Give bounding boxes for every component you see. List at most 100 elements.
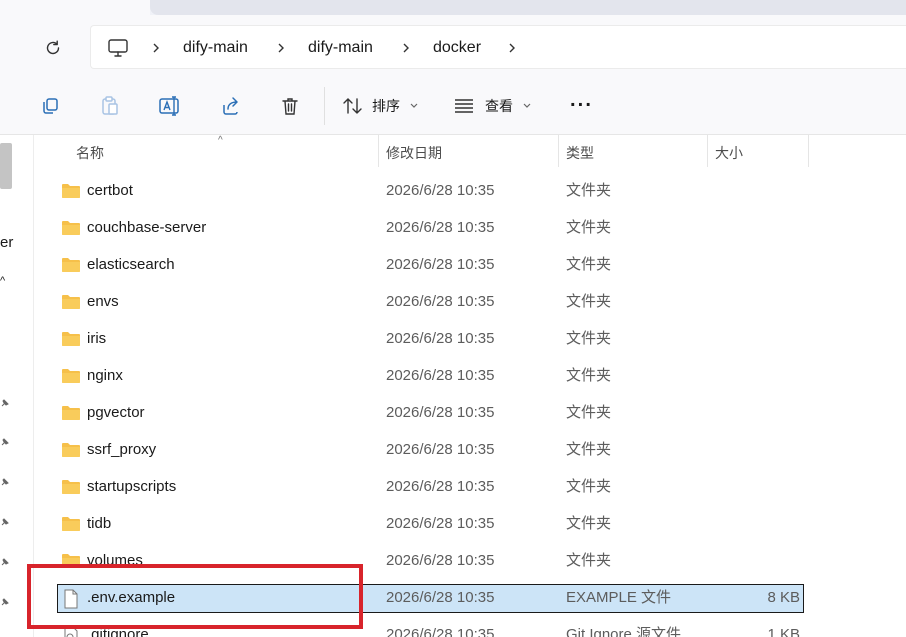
file-modified-date: 2026/6/28 10:35 (386, 441, 495, 458)
file-size (710, 509, 800, 539)
folder-icon (61, 182, 81, 200)
file-modified-date: 2026/6/28 10:35 (386, 515, 495, 532)
rename-icon (159, 96, 179, 116)
file-name: startupscripts (87, 478, 177, 495)
chevron-down-icon (523, 103, 531, 108)
tab-strip (0, 0, 906, 15)
file-size (710, 398, 800, 428)
this-pc-icon (108, 39, 128, 57)
delete-icon (282, 98, 298, 115)
column-divider[interactable] (808, 135, 809, 167)
pin-icon (1, 478, 9, 486)
table-row[interactable]: certbot 2026/6/28 10:35 文件夹 (35, 176, 906, 213)
column-header-type[interactable]: 类型 (566, 143, 594, 163)
folder-icon (61, 219, 81, 237)
pin-icon (1, 399, 9, 407)
share-icon (223, 97, 238, 115)
tab-active[interactable] (0, 0, 150, 15)
file-modified-date: 2026/6/28 10:35 (386, 330, 495, 347)
breadcrumb-item[interactable]: dify-main (183, 26, 248, 70)
file-modified-date: 2026/6/28 10:35 (386, 293, 495, 310)
chevron-right-icon[interactable] (401, 40, 411, 56)
view-button[interactable]: 查看 (448, 89, 538, 123)
nav-scrollbar-thumb[interactable] (0, 143, 12, 189)
view-label: 查看 (485, 98, 513, 114)
folder-icon (61, 478, 81, 496)
address-bar-row: dify-main dify-main docker (0, 15, 906, 77)
delete-button[interactable] (277, 93, 303, 119)
column-divider[interactable] (378, 135, 379, 167)
folder-icon (61, 404, 81, 422)
copy-button[interactable] (37, 93, 63, 119)
file-list: ^ 名称 修改日期 类型 大小 certbot 2026/6/28 10:35 文件… (35, 135, 906, 637)
pin-icon (1, 438, 9, 446)
column-header-date[interactable]: 修改日期 (386, 143, 442, 163)
file-modified-date: 2026/6/28 10:35 (386, 589, 495, 606)
sort-label: 排序 (372, 98, 400, 114)
share-button[interactable] (217, 93, 243, 119)
breadcrumb-item-current[interactable]: docker (433, 26, 481, 70)
folder-icon (61, 441, 81, 459)
file-size (710, 287, 800, 317)
column-header-row: 名称 修改日期 类型 大小 (35, 135, 906, 167)
file-name: envs (87, 293, 119, 310)
file-type: 文件夹 (566, 441, 612, 458)
navigation-pane: er ^ (0, 135, 34, 637)
folder-icon (61, 256, 81, 274)
more-options-button[interactable]: ··· (570, 95, 593, 118)
refresh-icon (46, 40, 60, 55)
file-type: 文件夹 (566, 293, 612, 310)
paste-button[interactable] (97, 93, 123, 119)
chevron-right-icon[interactable] (276, 40, 286, 56)
table-row[interactable]: iris 2026/6/28 10:35 文件夹 (35, 324, 906, 361)
file-type: 文件夹 (566, 552, 612, 569)
file-name: ssrf_proxy (87, 441, 157, 458)
table-row[interactable]: elasticsearch 2026/6/28 10:35 文件夹 (35, 250, 906, 287)
table-row[interactable]: pgvector 2026/6/28 10:35 文件夹 (35, 398, 906, 435)
column-divider[interactable] (558, 135, 559, 167)
file-name: certbot (87, 182, 133, 199)
file-size (710, 435, 800, 465)
file-size (710, 213, 800, 243)
file-name: couchbase-server (87, 219, 207, 236)
table-row[interactable]: couchbase-server 2026/6/28 10:35 文件夹 (35, 213, 906, 250)
file-size (710, 324, 800, 354)
table-row[interactable]: envs 2026/6/28 10:35 文件夹 (35, 287, 906, 324)
nav-item-text[interactable]: er (0, 234, 13, 251)
file-modified-date: 2026/6/28 10:35 (386, 552, 495, 569)
table-row[interactable]: nginx 2026/6/28 10:35 文件夹 (35, 361, 906, 398)
folder-icon (61, 367, 81, 385)
address-box[interactable]: dify-main dify-main docker (90, 25, 906, 69)
file-type: EXAMPLE 文件 (566, 589, 672, 606)
file-type: 文件夹 (566, 478, 612, 495)
file-size: 1 KB (767, 626, 800, 637)
nav-collapse-caret[interactable]: ^ (0, 275, 5, 287)
file-modified-date: 2026/6/28 10:35 (386, 182, 495, 199)
column-header-name[interactable]: 名称 (76, 143, 104, 163)
column-divider[interactable] (707, 135, 708, 167)
file-modified-date: 2026/6/28 10:35 (386, 404, 495, 421)
file-type: 文件夹 (566, 219, 612, 236)
file-size (710, 176, 800, 206)
file-name: tidb (87, 515, 112, 532)
tab-strip-background (150, 0, 906, 15)
file-modified-date: 2026/6/28 10:35 (386, 478, 495, 495)
table-row[interactable]: tidb 2026/6/28 10:35 文件夹 (35, 509, 906, 546)
file-type: 文件夹 (566, 256, 612, 273)
pin-icon (1, 518, 9, 526)
sort-button[interactable]: 排序 (336, 89, 426, 123)
file-name: nginx (87, 367, 123, 384)
refresh-button[interactable] (38, 33, 68, 63)
file-size (710, 546, 800, 576)
chevron-right-icon[interactable] (151, 40, 161, 56)
table-row[interactable]: startupscripts 2026/6/28 10:35 文件夹 (35, 472, 906, 509)
table-row[interactable]: ssrf_proxy 2026/6/28 10:35 文件夹 (35, 435, 906, 472)
column-header-size[interactable]: 大小 (715, 143, 743, 163)
rename-button[interactable] (157, 93, 183, 119)
file-size (710, 361, 800, 391)
breadcrumb-item[interactable]: dify-main (308, 26, 373, 70)
file-name: pgvector (87, 404, 145, 421)
file-size (710, 250, 800, 280)
chevron-right-icon[interactable] (507, 40, 517, 56)
highlight-annotation-box (27, 564, 363, 629)
